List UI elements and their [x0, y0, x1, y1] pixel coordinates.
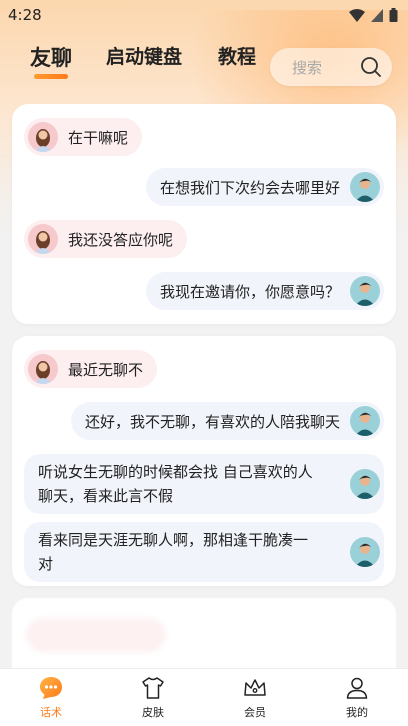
tab-tutorial[interactable]: 教程	[218, 42, 256, 69]
male-avatar-icon	[350, 276, 380, 306]
female-avatar-icon	[28, 354, 58, 384]
message-bubble-right[interactable]: 听说女生无聊的时候都会找 自己喜欢的人 聊天，看来此言不假	[24, 454, 384, 514]
male-avatar-icon	[350, 406, 380, 436]
crown-icon	[242, 675, 268, 701]
message-row: 看来同是天涯无聊人啊，那相逢干脆凑一 对	[24, 522, 384, 582]
search-placeholder: 搜索	[292, 58, 323, 77]
signal-icon	[371, 8, 383, 22]
message-bubble-right[interactable]: 在想我们下次约会去哪里好	[145, 168, 384, 206]
nav-label: 会员	[244, 706, 266, 719]
message-bubble-left[interactable]: 我还没答应你呢	[24, 220, 188, 258]
message-row: 还好，我不无聊，有喜欢的人陪我聊天	[70, 402, 384, 440]
message-text: 我还没答应你呢	[68, 230, 174, 249]
message-bubble-right[interactable]: 还好，我不无聊，有喜欢的人陪我聊天	[70, 402, 384, 440]
nav-item-vip[interactable]: 会员	[204, 669, 306, 726]
tab-launch-keyboard[interactable]: 启动键盘	[106, 42, 182, 69]
wifi-icon	[349, 8, 365, 22]
male-avatar-icon	[350, 469, 380, 499]
message-text: 在干嘛呢	[68, 128, 129, 147]
chat-card[interactable]: 在干嘛呢 在想我们下次约会去哪里好 我还没答应你呢 我现在邀请你，你愿意吗？	[12, 104, 396, 324]
male-avatar-icon	[350, 172, 380, 202]
message-text: 还好，我不无聊，有喜欢的人陪我聊天	[84, 412, 340, 431]
message-text-block: 看来同是天涯无聊人啊，那相逢干脆凑一 对	[38, 528, 340, 576]
person-icon	[344, 675, 370, 701]
nav-item-skin[interactable]: 皮肤	[102, 669, 204, 726]
status-time: 4:28	[8, 6, 42, 24]
message-text-line: 听说女生无聊的时候都会找 自己喜欢的人	[38, 463, 313, 481]
nav-label: 我的	[346, 706, 368, 719]
message-bubble-right[interactable]: 看来同是天涯无聊人啊，那相逢干脆凑一 对	[24, 522, 384, 582]
nav-label: 话术	[40, 706, 62, 719]
top-tabs: 友聊 启动键盘 教程 搜索	[0, 36, 408, 92]
shirt-icon	[140, 675, 166, 701]
message-row: 听说女生无聊的时候都会找 自己喜欢的人 聊天，看来此言不假	[24, 454, 384, 514]
status-bar: 4:28	[0, 0, 408, 30]
message-row: 我还没答应你呢	[24, 220, 188, 258]
search-box[interactable]: 搜索	[270, 48, 392, 86]
message-text: 我现在邀请你，你愿意吗？	[159, 282, 340, 301]
battery-icon	[389, 8, 398, 22]
message-text-line: 看来同是天涯无聊人啊，那相逢干脆凑一	[38, 531, 309, 549]
message-row: 在干嘛呢	[24, 118, 143, 156]
nav-item-mine[interactable]: 我的	[306, 669, 408, 726]
message-bubble-right[interactable]: 我现在邀请你，你愿意吗？	[145, 272, 384, 310]
nav-label: 皮肤	[142, 706, 164, 719]
nav-item-huashu[interactable]: 话术	[0, 669, 102, 726]
chat-bubble-icon	[38, 675, 64, 701]
message-text-line: 对	[38, 555, 54, 573]
message-text: 最近无聊不	[68, 360, 144, 379]
message-text-block: 听说女生无聊的时候都会找 自己喜欢的人 聊天，看来此言不假	[38, 460, 340, 508]
message-row: 最近无聊不	[24, 350, 158, 388]
female-avatar-icon	[28, 224, 58, 254]
bottom-nav: 话术 皮肤 会员 我的	[0, 668, 408, 726]
message-text-line: 聊天，看来此言不假	[38, 487, 174, 505]
male-avatar-icon	[350, 537, 380, 567]
message-row: 在想我们下次约会去哪里好	[145, 168, 384, 206]
female-avatar-icon	[28, 122, 58, 152]
status-icons	[349, 8, 398, 22]
search-icon[interactable]	[360, 56, 382, 78]
message-bubble-left[interactable]: 在干嘛呢	[24, 118, 143, 156]
message-text: 在想我们下次约会去哪里好	[159, 178, 340, 197]
tab-youliao[interactable]: 友聊	[30, 42, 72, 72]
message-bubble-left[interactable]: 最近无聊不	[24, 350, 158, 388]
chat-card[interactable]: 最近无聊不 还好，我不无聊，有喜欢的人陪我聊天 听说女生无聊的时候都会找 自己喜…	[12, 336, 396, 586]
blurred-bubble	[26, 618, 166, 652]
active-tab-indicator	[34, 74, 68, 79]
message-row: 我现在邀请你，你愿意吗？	[145, 272, 384, 310]
